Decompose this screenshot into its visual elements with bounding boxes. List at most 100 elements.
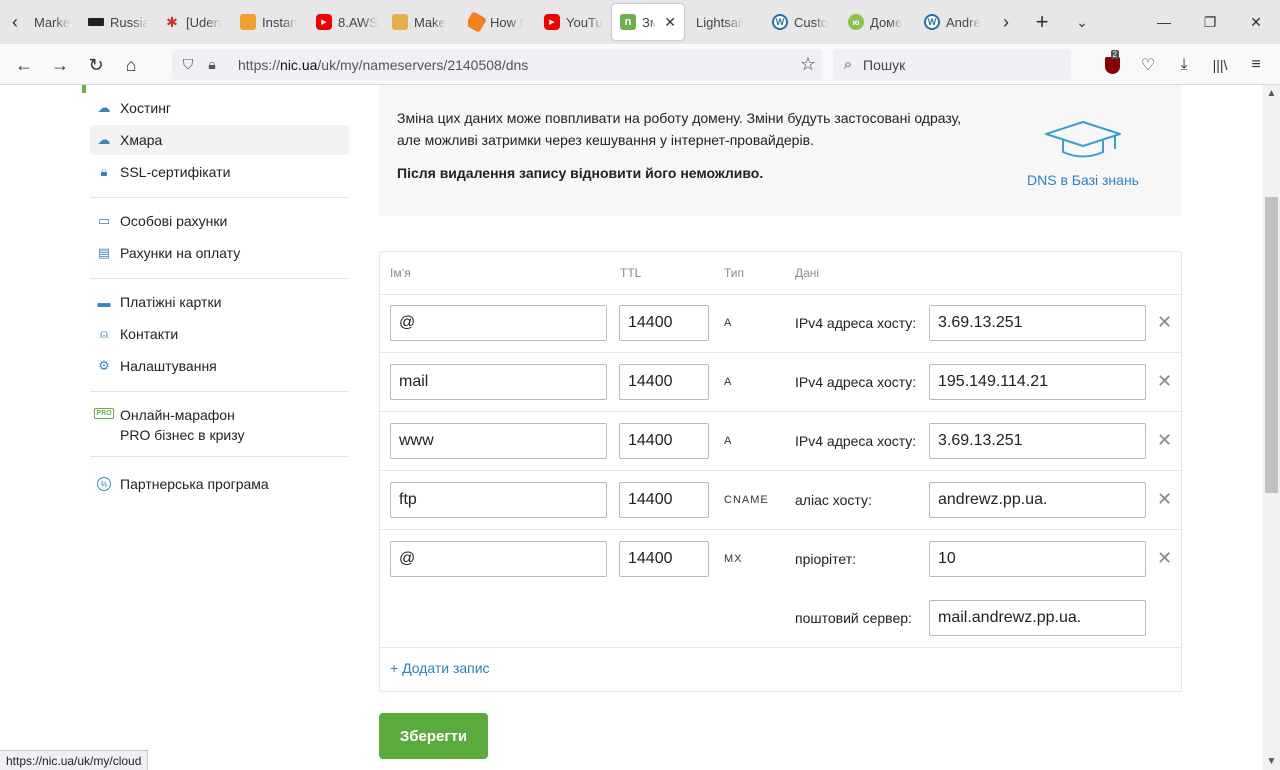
header-type: Тип — [724, 266, 745, 280]
delete-record-icon[interactable]: ✕ — [1157, 371, 1172, 392]
mail-server-input[interactable]: mail.andrewz.pp.ua. — [929, 600, 1146, 636]
menu-icon[interactable]: ≡ — [1241, 50, 1271, 80]
tab-nic-ua-active[interactable]: n Змі ✕ — [612, 4, 684, 40]
scroll-down-arrow-icon[interactable]: ▼ — [1263, 753, 1280, 770]
sidebar-item-label: Хостинг — [120, 100, 172, 116]
delete-record-icon[interactable]: ✕ — [1157, 489, 1172, 510]
tab-label: Змі — [642, 14, 657, 30]
add-record-link[interactable]: + Додати запис — [390, 660, 490, 676]
delete-record-icon[interactable]: ✕ — [1157, 312, 1172, 333]
record-ttl-input[interactable]: 14400 — [619, 423, 709, 459]
restore-button[interactable]: ❐ — [1187, 0, 1233, 44]
downloads-icon[interactable]: ⤓ — [1169, 50, 1199, 80]
page-scrollbar[interactable]: ▲ ▼ — [1263, 85, 1280, 770]
record-name-input[interactable]: www — [390, 423, 607, 459]
sidebar-active-marker — [82, 85, 86, 93]
record-value-input[interactable]: 195.149.114.21 — [929, 364, 1146, 400]
tracking-protection-shield-icon[interactable]: ⛉ — [176, 56, 200, 73]
delete-record-icon[interactable]: ✕ — [1157, 430, 1172, 451]
sidebar-item-settings[interactable]: ⚙ Налаштування — [90, 351, 349, 381]
tab-aws-video[interactable]: ▶ 8.AWS — [316, 4, 378, 40]
list-all-tabs-button[interactable]: ⌄ — [1064, 0, 1100, 44]
record-value-input[interactable]: 3.69.13.251 — [929, 305, 1146, 341]
record-name-input[interactable]: ftp — [390, 482, 607, 518]
search-placeholder: Пошук — [863, 56, 906, 73]
tab-scroll-left-button[interactable]: ‹ — [0, 0, 30, 44]
tab-lightsail[interactable]: Lightsail — [696, 4, 758, 40]
record-name-input[interactable]: @ — [390, 305, 607, 341]
pro-badge-text: PRO — [94, 408, 114, 419]
info-box: Зміна цих даних може повпливати на робот… — [379, 85, 1182, 216]
tab-scroll-right-button[interactable]: › — [988, 0, 1024, 44]
record-ttl-input[interactable]: 14400 — [619, 541, 709, 577]
scroll-up-arrow-icon[interactable]: ▲ — [1263, 85, 1280, 102]
sidebar-item-personal-accounts[interactable]: ▭ Особові рахунки — [90, 206, 349, 236]
sidebar-item-label: Особові рахунки — [120, 213, 228, 229]
delete-record-icon[interactable]: ✕ — [1157, 548, 1172, 569]
ublock-origin-icon[interactable]: 2 — [1097, 49, 1127, 80]
forward-button[interactable]: → — [45, 50, 75, 80]
header-data: Дані — [795, 266, 820, 280]
sidebar-divider — [90, 456, 349, 457]
pocket-icon[interactable]: ♡ — [1133, 50, 1163, 80]
record-name-input[interactable]: @ — [390, 541, 607, 577]
row-divider — [380, 411, 1181, 412]
record-ttl-input[interactable]: 14400 — [619, 482, 709, 518]
promo-line1: Онлайн-марафон — [120, 407, 235, 423]
close-tab-icon[interactable]: ✕ — [664, 14, 676, 31]
dns-records-table: Ім’я TTL Тип Дані @ 14400 A IPv4 адреса … — [379, 251, 1182, 692]
tab-youtube[interactable]: ▶ YouTu — [544, 4, 606, 40]
gear-icon: ⚙ — [98, 358, 110, 373]
sidebar-item-marathon[interactable]: PRO Онлайн-марафон PRO бізнес в кризу — [90, 398, 349, 444]
scrollbar-thumb[interactable] — [1265, 197, 1278, 493]
reload-button[interactable]: ↻ — [81, 50, 111, 80]
sidebar-item-label: Онлайн-марафон PRO бізнес в кризу — [120, 405, 245, 445]
sidebar-item-hosting[interactable]: ☁ Хостинг — [90, 93, 349, 123]
mx-priority-input[interactable]: 10 — [929, 541, 1146, 577]
nic-ua-icon: n — [620, 14, 636, 30]
library-icon[interactable]: |||\ — [1205, 50, 1235, 80]
back-button[interactable]: ← — [9, 50, 39, 80]
tab-howto[interactable]: How t — [468, 4, 530, 40]
sidebar-item-payment-cards[interactable]: ▬ Платіжні картки — [90, 287, 349, 317]
tab-udemy[interactable]: ✱ [Uden — [164, 4, 226, 40]
save-button[interactable]: Зберегти — [379, 713, 488, 759]
sidebar-item-label: Налаштування — [120, 358, 217, 374]
url-text[interactable]: https://nic.ua/uk/my/nameservers/2140508… — [238, 57, 528, 73]
sidebar-item-invoices[interactable]: ▤ Рахунки на оплату — [90, 238, 349, 268]
record-ttl-input[interactable]: 14400 — [619, 364, 709, 400]
tab-russia[interactable]: Russia — [88, 4, 148, 40]
sidebar-item-cloud[interactable]: ☁ Хмара — [90, 125, 349, 155]
ublock-badge: 2 — [1110, 49, 1119, 59]
sidebar-item-ssl[interactable]: 🔒︎ SSL-сертифікати — [90, 157, 349, 187]
sidebar-item-partner-program[interactable]: % Партнерська програма — [90, 469, 349, 499]
record-ttl-input[interactable]: 14400 — [619, 305, 709, 341]
sidebar-divider — [90, 278, 349, 279]
home-button[interactable]: ⌂ — [116, 50, 146, 80]
bookmark-star-icon[interactable]: ☆ — [800, 54, 816, 75]
dns-knowledge-base-link[interactable]: DNS в Базі знань — [1019, 172, 1147, 188]
close-window-button[interactable]: ✕ — [1233, 0, 1279, 44]
sidebar-item-contacts[interactable]: ⍝ Контакти — [90, 319, 349, 349]
sidebar-divider — [90, 197, 349, 198]
record-value-input[interactable]: 3.69.13.251 — [929, 423, 1146, 459]
mail-server-label: поштовий сервер: — [795, 610, 912, 626]
wallet-icon: ▭ — [97, 213, 111, 228]
tab-custom[interactable]: W Custo — [772, 4, 834, 40]
sidebar-item-label: SSL-сертифікати — [120, 164, 231, 180]
new-tab-button[interactable]: + — [1024, 0, 1060, 44]
url-host: nic.ua — [280, 56, 318, 73]
tab-marke[interactable]: Marke — [34, 4, 74, 40]
minimize-button[interactable]: — — [1141, 0, 1187, 44]
tab-instance[interactable]: Instan — [240, 4, 302, 40]
record-name-input[interactable]: mail — [390, 364, 607, 400]
sidebar-item-label: Хмара — [120, 132, 163, 148]
record-value-input[interactable]: andrewz.pp.ua. — [929, 482, 1146, 518]
search-bar[interactable]: ⌕ Пошук — [833, 49, 1071, 80]
padlock-icon[interactable]: 🔒︎ — [200, 56, 224, 73]
tab-make[interactable]: Make — [392, 4, 454, 40]
tab-andrew[interactable]: W Andre — [924, 4, 986, 40]
tab-domain[interactable]: ю Доме — [848, 4, 910, 40]
address-bar[interactable]: ⛉ 🔒︎ https://nic.ua/uk/my/nameservers/21… — [172, 49, 822, 80]
sidebar-item-label: Контакти — [120, 326, 179, 342]
